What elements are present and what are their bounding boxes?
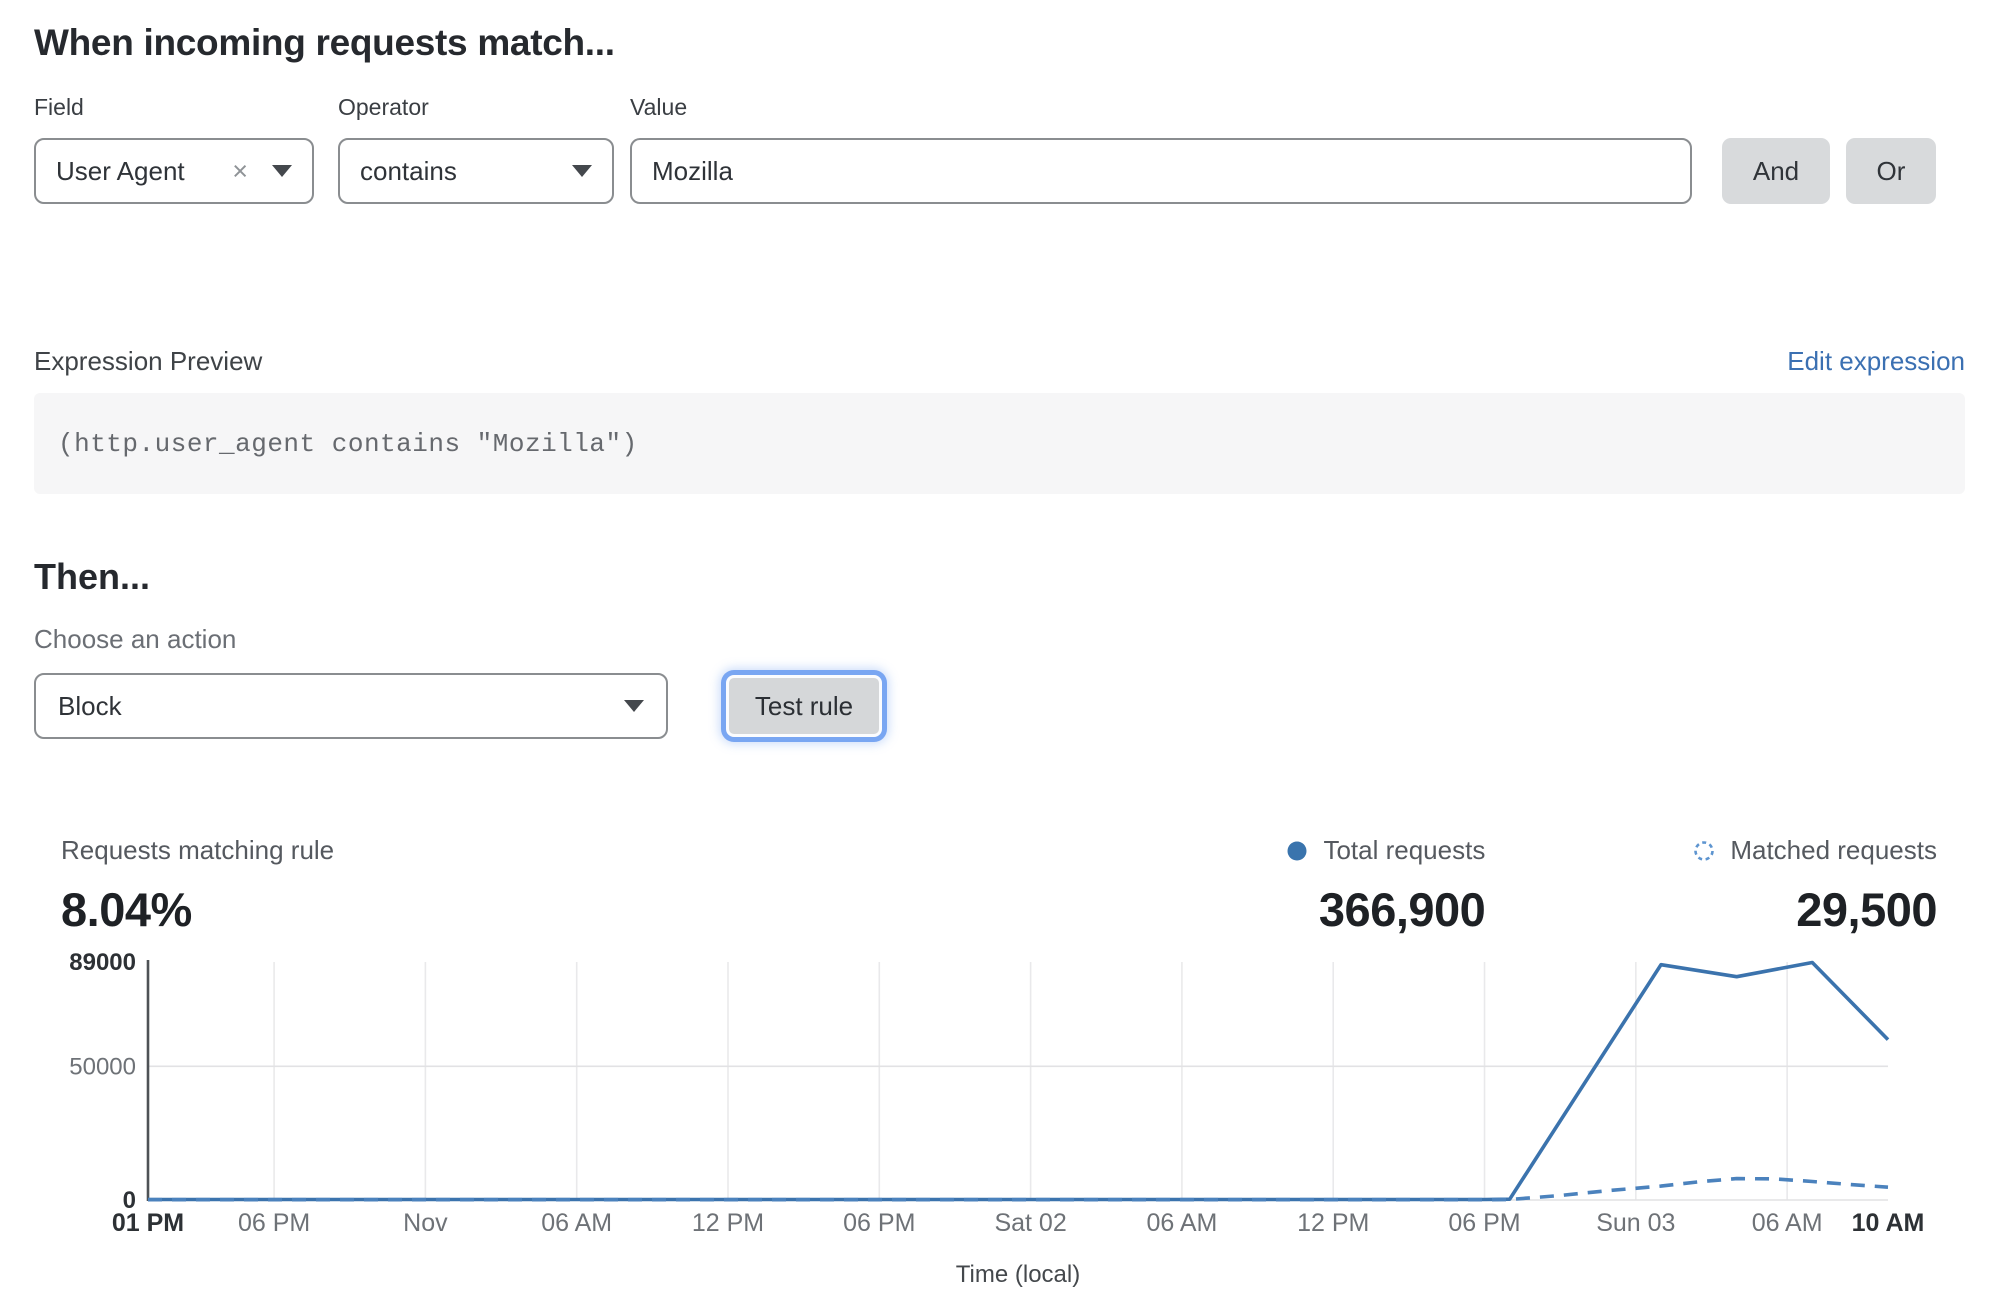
field-select[interactable]: User Agent × — [34, 138, 314, 204]
field-column: Field User Agent × — [34, 94, 84, 121]
y-tick-label: 89000 — [69, 949, 136, 976]
matched-requests-label: Matched requests — [1730, 835, 1937, 866]
matched-requests-line — [148, 1179, 1888, 1200]
dashed-circle-icon — [1693, 840, 1715, 862]
chevron-down-icon[interactable] — [572, 165, 592, 177]
test-rule-button[interactable]: Test rule — [726, 675, 882, 737]
operator-column: Operator contains — [338, 94, 429, 121]
x-tick-label: 06 AM — [1146, 1209, 1217, 1237]
total-requests-legend-head: Total requests — [1286, 835, 1485, 866]
x-tick-label: 06 PM — [843, 1209, 915, 1237]
solid-dot-icon — [1286, 840, 1308, 862]
total-requests-label: Total requests — [1323, 835, 1485, 866]
matched-requests-legend-head: Matched requests — [1693, 835, 1937, 866]
action-select[interactable]: Block — [34, 673, 668, 739]
operator-label: Operator — [338, 94, 429, 121]
expression-header: Expression Preview Edit expression — [34, 346, 1965, 377]
field-label: Field — [34, 94, 84, 121]
x-tick-label: 06 AM — [541, 1209, 612, 1237]
value-input[interactable] — [630, 138, 1692, 204]
clear-icon[interactable]: × — [232, 158, 248, 185]
x-tick-label: Sun 03 — [1596, 1209, 1675, 1237]
edit-expression-link[interactable]: Edit expression — [1787, 346, 1965, 377]
x-tick-label: 01 PM — [112, 1209, 184, 1237]
x-tick-label: 12 PM — [692, 1209, 764, 1237]
or-button[interactable]: Or — [1846, 138, 1936, 204]
page-title: When incoming requests match... — [34, 22, 1965, 64]
rule-condition-row: Field User Agent × Operator contains Val… — [34, 94, 1965, 270]
expression-preview-label: Expression Preview — [34, 346, 262, 377]
x-tick-label: 06 AM — [1752, 1209, 1823, 1237]
operator-select-value: contains — [360, 156, 572, 187]
value-column: Value — [630, 94, 687, 121]
x-tick-label: 06 PM — [1448, 1209, 1520, 1237]
chevron-down-icon[interactable] — [624, 700, 644, 712]
x-tick-label: 06 PM — [238, 1209, 310, 1237]
x-tick-label: Sat 02 — [994, 1209, 1066, 1237]
requests-chart: 0500008900001 PM06 PMNov06 AM12 PM06 PMS… — [0, 900, 1999, 1295]
value-label: Value — [630, 94, 687, 121]
x-axis-title: Time (local) — [956, 1261, 1080, 1288]
then-heading: Then... — [34, 556, 1965, 598]
y-tick-label: 50000 — [69, 1053, 136, 1080]
chevron-down-icon[interactable] — [272, 165, 292, 177]
x-tick-label: 10 AM — [1852, 1209, 1925, 1237]
x-tick-label: Nov — [403, 1209, 448, 1237]
action-select-value: Block — [58, 691, 624, 722]
expression-code: (http.user_agent contains "Mozilla") — [58, 429, 638, 459]
x-tick-label: 12 PM — [1297, 1209, 1369, 1237]
field-select-value: User Agent — [56, 156, 232, 187]
choose-action-label: Choose an action — [34, 624, 1965, 655]
and-button[interactable]: And — [1722, 138, 1830, 204]
action-row: Block Test rule — [34, 673, 1965, 743]
expression-code-block: (http.user_agent contains "Mozilla") — [34, 393, 1965, 494]
operator-select[interactable]: contains — [338, 138, 614, 204]
requests-chart-svg: 0500008900001 PM06 PMNov06 AM12 PM06 PMS… — [0, 900, 1999, 1295]
matching-rule-label: Requests matching rule — [61, 835, 334, 866]
total-requests-line — [148, 963, 1888, 1200]
firewall-rule-builder: When incoming requests match... Field Us… — [0, 0, 1999, 937]
